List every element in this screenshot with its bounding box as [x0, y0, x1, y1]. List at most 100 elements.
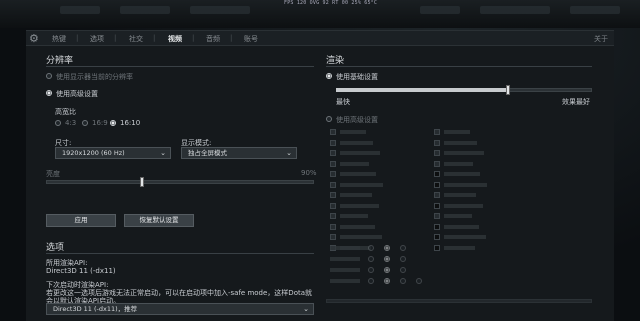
advanced-option-checkbox[interactable] — [434, 234, 440, 240]
render-api-dropdown[interactable]: Direct3D 11 (-dx11)，推荐 ⌄ — [46, 303, 314, 315]
quality-row-radio[interactable] — [368, 267, 374, 273]
size-dropdown[interactable]: 1920x1200 (60 Hz) ⌄ — [55, 147, 171, 159]
divider — [46, 253, 314, 254]
render-api-value: Direct3D 11 (-dx11)，推荐 — [53, 305, 138, 313]
brightness-value: 90% — [301, 169, 317, 177]
display-mode-value: 独占全屏模式 — [188, 149, 227, 157]
brightness-slider-thumb[interactable] — [140, 177, 145, 187]
advanced-option-label — [340, 161, 369, 166]
advanced-option-checkbox[interactable] — [330, 129, 336, 135]
chevron-down-icon: ⌄ — [286, 149, 292, 157]
advanced-option-checkbox[interactable] — [330, 171, 336, 177]
radio-aspect-16-10[interactable] — [110, 120, 116, 126]
aspect-label: 高宽比 — [55, 108, 76, 116]
advanced-option-label — [444, 224, 479, 229]
display-mode-dropdown[interactable]: 独占全屏模式 ⌄ — [181, 147, 297, 159]
advanced-option-checkbox[interactable] — [330, 150, 336, 156]
quality-row-radio[interactable] — [416, 278, 422, 284]
advanced-option-label — [444, 151, 484, 155]
tab-account[interactable]: 账号 — [244, 34, 258, 44]
advanced-option-checkbox[interactable] — [434, 160, 440, 167]
advanced-option-checkbox[interactable] — [330, 192, 336, 198]
advanced-option-checkbox[interactable] — [330, 181, 336, 188]
advanced-option-label — [340, 140, 373, 145]
reset-defaults-button[interactable]: 恢复默认设置 — [124, 214, 194, 227]
quality-row-label — [330, 246, 360, 250]
advanced-option-checkbox[interactable] — [434, 202, 440, 209]
advanced-option-checkbox[interactable] — [330, 213, 336, 219]
radio-aspect-16-9[interactable] — [82, 120, 88, 126]
advanced-option-label — [340, 182, 383, 187]
advanced-option-label — [340, 193, 372, 197]
advanced-option-checkbox[interactable] — [434, 244, 440, 251]
advanced-option-checkbox[interactable] — [434, 129, 440, 135]
advanced-option-checkbox[interactable] — [434, 181, 440, 188]
advanced-option-checkbox[interactable] — [330, 139, 336, 146]
advanced-option-checkbox[interactable] — [330, 202, 336, 209]
aspect-16-9-label: 16:9 — [92, 119, 108, 127]
quality-row-radio[interactable] — [368, 278, 374, 284]
quality-row-radio[interactable] — [384, 256, 390, 262]
radio-use-basic[interactable] — [326, 73, 332, 79]
advanced-option-label — [444, 161, 473, 166]
quality-row-radio[interactable] — [384, 245, 390, 251]
advanced-option-checkbox[interactable] — [434, 139, 440, 146]
advanced-option-checkbox[interactable] — [330, 223, 336, 230]
use-current-label: 使用显示器当前的分辨率 — [56, 73, 133, 81]
advanced-option-checkbox[interactable] — [434, 171, 440, 177]
tab-social[interactable]: 社交 — [129, 34, 143, 44]
apply-button[interactable]: 应用 — [46, 214, 116, 227]
advanced-option-checkbox[interactable] — [330, 234, 336, 240]
divider — [46, 66, 314, 67]
brightness-label: 亮度 — [46, 170, 60, 178]
radio-use-current[interactable] — [46, 73, 52, 79]
brightness-slider[interactable] — [46, 180, 314, 184]
tab-video[interactable]: 视频 — [168, 34, 182, 44]
chevron-down-icon: ⌄ — [303, 305, 309, 313]
advanced-option-checkbox[interactable] — [434, 192, 440, 198]
advanced-option-label — [444, 140, 477, 145]
quality-row-radio[interactable] — [400, 245, 406, 251]
advanced-option-label — [340, 172, 376, 176]
quality-row-radio[interactable] — [400, 267, 406, 273]
tab-hotkeys[interactable]: 热键 — [52, 34, 66, 44]
use-advanced-label: 使用高级设置 — [56, 90, 98, 98]
size-value: 1920x1200 (60 Hz) — [62, 149, 125, 157]
quality-row-radio[interactable] — [400, 256, 406, 262]
aspect-4-3-label: 4:3 — [65, 119, 77, 127]
quality-slider-thumb[interactable] — [505, 85, 510, 95]
quality-row-radio[interactable] — [368, 245, 374, 251]
advanced-option-checkbox[interactable] — [434, 223, 440, 230]
renderer-value: Direct3D 11 (-dx11) — [46, 267, 116, 275]
advanced-option-label — [340, 130, 366, 134]
quality-row-radio[interactable] — [384, 278, 390, 284]
quality-row-radio[interactable] — [384, 267, 390, 273]
tab-options[interactable]: 选项 — [90, 34, 104, 44]
advanced-option-label — [444, 182, 487, 187]
aspect-16-10-label: 16:10 — [120, 119, 141, 127]
settings-tabs: ⚙ 热键 | 选项 | 社交 | 视频 | 音频 | 账号 关于 — [26, 31, 614, 46]
about-button[interactable]: 关于 — [594, 34, 608, 44]
radio-use-advanced-render[interactable] — [326, 116, 332, 122]
advanced-option-label — [340, 214, 368, 218]
advanced-option-label — [340, 235, 382, 239]
gear-icon[interactable]: ⚙ — [29, 32, 39, 45]
rendering-title: 渲染 — [326, 56, 345, 66]
radio-aspect-4-3[interactable] — [55, 120, 61, 126]
options-title: 选项 — [46, 243, 65, 253]
advanced-option-label — [444, 214, 472, 218]
advanced-option-label — [444, 172, 480, 176]
quality-row-radio[interactable] — [400, 278, 406, 284]
radio-use-advanced[interactable] — [46, 90, 52, 96]
tab-audio[interactable]: 音频 — [206, 34, 220, 44]
render-quality-slider[interactable] — [326, 299, 592, 303]
quality-slider-fill — [336, 88, 508, 92]
quality-row-radio[interactable] — [368, 256, 374, 262]
advanced-option-checkbox[interactable] — [434, 213, 440, 219]
quality-row-label — [330, 268, 360, 272]
advanced-option-checkbox[interactable] — [434, 150, 440, 156]
use-basic-label: 使用基础设置 — [336, 73, 378, 81]
advanced-option-label — [340, 151, 380, 155]
advanced-option-checkbox[interactable] — [330, 160, 336, 167]
advanced-option-label — [444, 245, 475, 250]
